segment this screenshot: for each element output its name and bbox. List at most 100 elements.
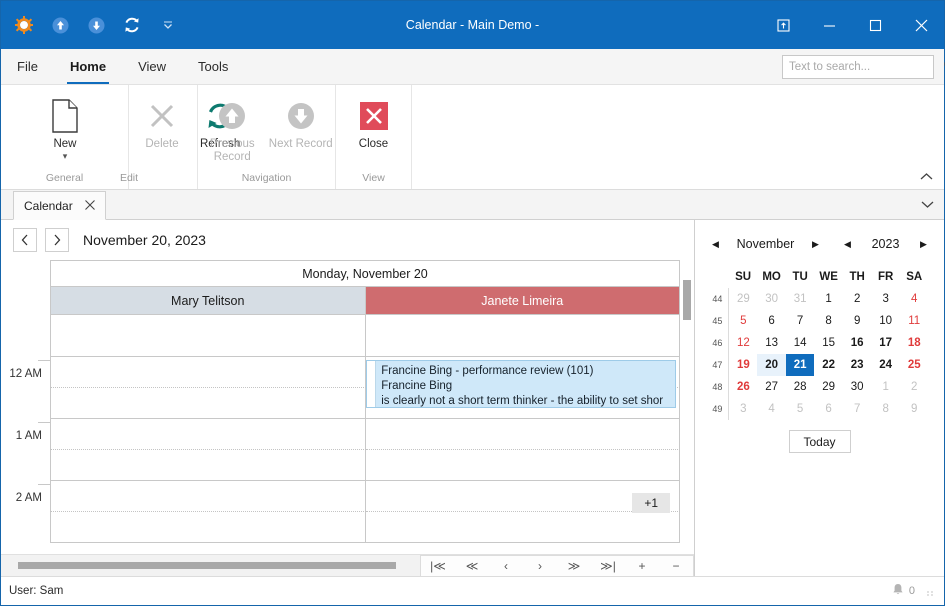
day-cell[interactable]: 13	[757, 332, 786, 354]
date-navigator-year[interactable]: 2023	[861, 237, 911, 251]
day-cell[interactable]: 1	[871, 376, 900, 398]
day-cell[interactable]: 22	[814, 354, 843, 376]
day-cell[interactable]: 15	[814, 332, 843, 354]
day-cell[interactable]: 6	[757, 310, 786, 332]
resource-header-janete-limeira[interactable]: Janete Limeira	[364, 286, 680, 315]
day-cell[interactable]: 14	[786, 332, 815, 354]
day-cell[interactable]: 29	[814, 376, 843, 398]
day-cell[interactable]: 28	[786, 376, 815, 398]
day-cell[interactable]: 30	[757, 288, 786, 310]
ribbon-tab-view[interactable]: View	[122, 49, 182, 84]
day-cell[interactable]: 2	[843, 288, 872, 310]
time-slot-cell[interactable]	[50, 388, 366, 419]
close-button[interactable]: Close	[336, 93, 411, 154]
day-cell[interactable]: 10	[871, 310, 900, 332]
day-cell[interactable]: 12	[729, 332, 758, 354]
ribbon-tab-home[interactable]: Home	[54, 49, 122, 84]
maximize-icon[interactable]	[852, 1, 898, 49]
year-next-triangle-right-icon[interactable]: ▶	[915, 235, 933, 253]
download-arrow-icon[interactable]	[85, 14, 107, 36]
prev-record-icon[interactable]: ‹	[489, 556, 523, 576]
search-input[interactable]	[789, 61, 943, 73]
day-cell[interactable]: 31	[786, 288, 815, 310]
next-page-icon[interactable]: ≫	[557, 556, 591, 576]
first-record-icon[interactable]: |≪	[421, 556, 455, 576]
day-cell[interactable]: 27	[757, 376, 786, 398]
calendar-horizontal-scroll-thumb[interactable]	[18, 562, 396, 569]
time-slot-cell[interactable]	[50, 357, 366, 388]
appointment-block[interactable]: Francine Bing - performance review (101)…	[366, 360, 676, 408]
time-slot-cell[interactable]	[365, 450, 680, 481]
day-cell[interactable]: 9	[843, 310, 872, 332]
refresh-icon[interactable]	[121, 14, 143, 36]
day-cell[interactable]: 11	[900, 310, 929, 332]
calendar-horizontal-scrollbar[interactable]: |≪ ≪ ‹ › ≫ ≫| + −	[1, 554, 694, 577]
day-cell[interactable]: 4	[900, 288, 929, 310]
day-cell[interactable]: 29	[729, 288, 758, 310]
all-day-area[interactable]	[50, 315, 680, 357]
today-button[interactable]: Today	[788, 430, 851, 453]
qat-dropdown-icon[interactable]	[157, 14, 179, 36]
time-slot-cell[interactable]	[50, 419, 366, 450]
time-slot-cell[interactable]	[365, 419, 680, 450]
ribbon-collapse-chevron-up-icon[interactable]	[916, 167, 936, 185]
resize-grip-icon[interactable]	[926, 586, 936, 596]
calendar-vertical-scrollbar[interactable]	[680, 260, 694, 554]
day-cell[interactable]: 5	[729, 310, 758, 332]
time-slot-cell[interactable]	[365, 512, 680, 543]
restore-down-icon[interactable]	[760, 1, 806, 49]
day-cell[interactable]: 16	[843, 332, 872, 354]
year-prev-triangle-left-icon[interactable]: ◀	[839, 235, 857, 253]
date-navigator-month[interactable]: November	[729, 237, 803, 251]
next-record-button[interactable]: Next Record	[267, 93, 336, 154]
day-cell[interactable]: 3	[871, 288, 900, 310]
day-cell[interactable]: 9	[900, 398, 929, 420]
day-cell-selected[interactable]: 21	[785, 354, 815, 376]
remove-record-icon[interactable]: −	[659, 556, 693, 576]
document-tab-calendar[interactable]: Calendar	[13, 191, 106, 220]
document-tab-close-icon[interactable]	[84, 199, 95, 213]
notification-bell-icon[interactable]	[892, 583, 904, 599]
day-cell[interactable]: 18	[900, 332, 929, 354]
new-button[interactable]: New ▾	[32, 93, 98, 163]
day-cell[interactable]: 5	[786, 398, 815, 420]
ribbon-tab-tools[interactable]: Tools	[182, 49, 244, 84]
appointment-overflow-badge[interactable]: +1	[632, 493, 670, 513]
day-cell[interactable]: 7	[786, 310, 815, 332]
day-cell[interactable]: 25	[900, 354, 929, 376]
day-cell[interactable]: 4	[757, 398, 786, 420]
minimize-icon[interactable]	[806, 1, 852, 49]
ribbon-tab-file[interactable]: File	[1, 49, 54, 84]
day-cell-highlighted[interactable]: 20	[757, 354, 786, 376]
day-cell[interactable]: 2	[900, 376, 929, 398]
all-day-cell-janete[interactable]	[366, 315, 680, 356]
time-slot-cell[interactable]	[50, 450, 366, 481]
prev-page-icon[interactable]: ≪	[455, 556, 489, 576]
close-icon[interactable]	[898, 1, 944, 49]
day-cell[interactable]: 24	[871, 354, 900, 376]
day-cell[interactable]: 6	[814, 398, 843, 420]
next-record-icon[interactable]: ›	[523, 556, 557, 576]
resource-header-mary-telitson[interactable]: Mary Telitson	[50, 286, 365, 315]
day-cell[interactable]: 1	[814, 288, 843, 310]
document-tab-overflow-chevron-down-icon[interactable]	[921, 200, 934, 212]
day-cell[interactable]: 3	[729, 398, 758, 420]
last-record-icon[interactable]: ≫|	[591, 556, 625, 576]
day-cell[interactable]: 8	[871, 398, 900, 420]
calendar-next-chevron-right-icon[interactable]	[45, 228, 69, 252]
new-dropdown-chevron-icon[interactable]: ▾	[63, 152, 68, 161]
calendar-vertical-scroll-thumb[interactable]	[683, 280, 691, 320]
day-cell[interactable]: 30	[843, 376, 872, 398]
day-cell[interactable]: 26	[729, 376, 758, 398]
day-cell[interactable]: 19	[729, 354, 758, 376]
day-cell[interactable]: 23	[843, 354, 872, 376]
previous-record-button[interactable]: Previous Record	[198, 93, 267, 167]
time-slot-cell[interactable]	[50, 481, 366, 512]
calendar-prev-chevron-left-icon[interactable]	[13, 228, 37, 252]
settings-sun-icon[interactable]	[13, 14, 35, 36]
day-cell[interactable]: 17	[871, 332, 900, 354]
day-cell[interactable]: 7	[843, 398, 872, 420]
all-day-cell-mary[interactable]	[51, 315, 366, 356]
search-box[interactable]	[782, 55, 945, 79]
time-slot-cell[interactable]	[50, 512, 366, 543]
